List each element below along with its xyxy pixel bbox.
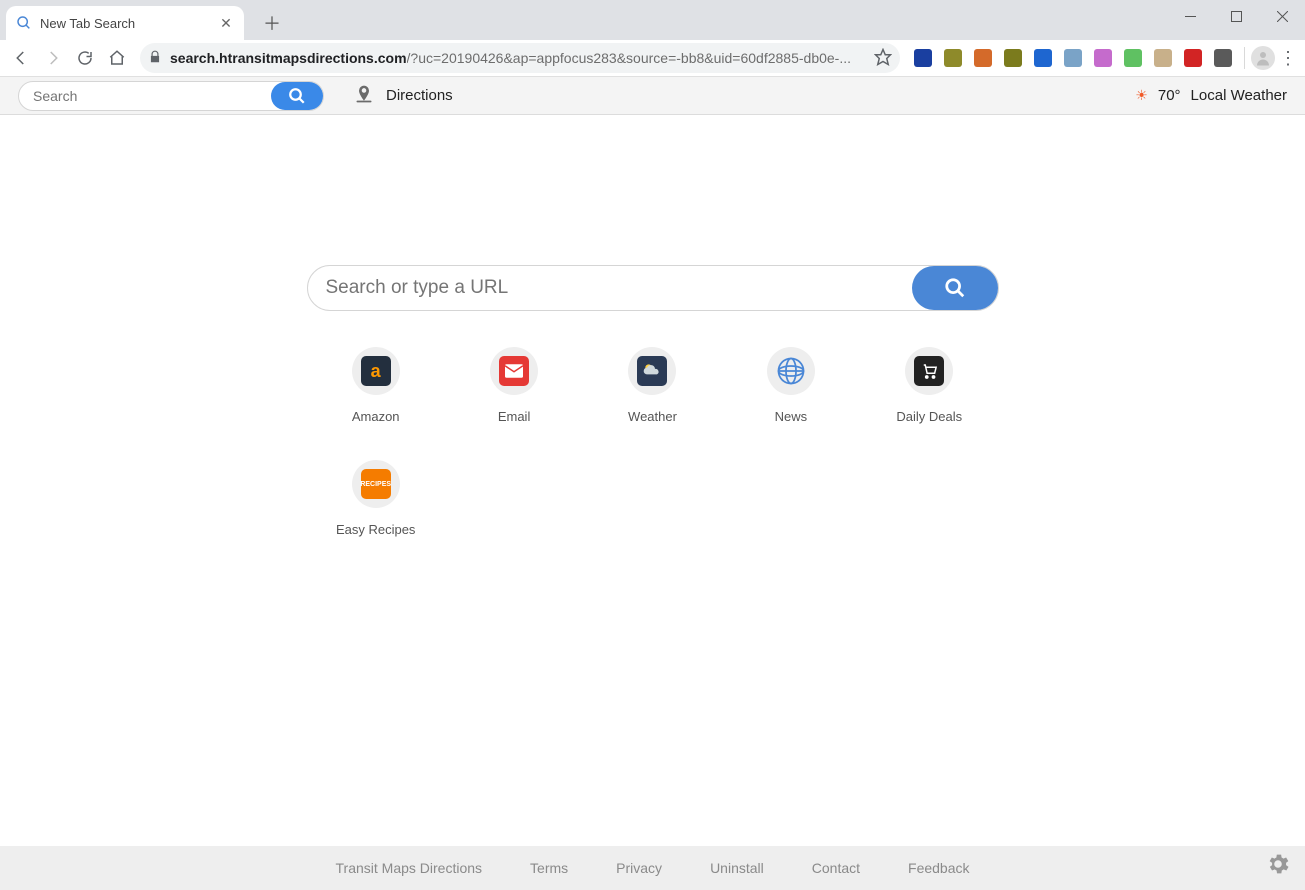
nav-home-button[interactable] — [102, 43, 132, 73]
footer-link-uninstall[interactable]: Uninstall — [710, 860, 764, 876]
window-maximize-button[interactable] — [1213, 0, 1259, 32]
window-controls — [1167, 0, 1305, 32]
tile-email-label: Email — [498, 409, 531, 424]
new-tab-page: a Amazon Email Weather News Daily Deals RECIPE… — [0, 115, 1305, 846]
tile-recipes-label: Easy Recipes — [336, 522, 415, 537]
tile-weather[interactable]: Weather — [583, 347, 721, 424]
map-pin-icon — [354, 84, 374, 108]
address-bar-host: search.htransitmapsdirections.com — [170, 50, 407, 66]
nav-forward-button[interactable] — [38, 43, 68, 73]
tile-deals-label: Daily Deals — [896, 409, 962, 424]
weather-temp: 70° — [1158, 87, 1181, 104]
footer-link-transit-maps-directions[interactable]: Transit Maps Directions — [336, 860, 483, 876]
browser-menu-button[interactable]: ⋮ — [1277, 48, 1299, 69]
address-bar-path: /?uc=20190426&ap=appfocus283&source=-bb8… — [407, 50, 851, 66]
tile-recipes-icon: RECIPES — [352, 460, 400, 508]
extension-icon-ext-cube[interactable] — [1004, 49, 1022, 67]
directions-link[interactable]: Directions — [354, 84, 453, 108]
extension-icon-ext-a[interactable] — [1034, 49, 1052, 67]
address-bar[interactable]: search.htransitmapsdirections.com /?uc=2… — [140, 43, 900, 73]
footer-link-terms[interactable]: Terms — [530, 860, 568, 876]
tile-weather-label: Weather — [628, 409, 677, 424]
extension-icon-ext-red[interactable] — [1184, 49, 1202, 67]
extension-top-bar: Directions ☀ 70° Local Weather — [0, 77, 1305, 115]
local-weather-link[interactable]: ☀ 70° Local Weather — [1135, 87, 1287, 104]
settings-gear-button[interactable] — [1265, 851, 1291, 882]
bookmark-star-icon[interactable] — [874, 48, 892, 69]
extension-icon-ext-tools[interactable] — [1064, 49, 1082, 67]
new-tab-button[interactable]: ＋ — [258, 9, 286, 37]
window-close-button[interactable] — [1259, 0, 1305, 32]
mini-search-button[interactable] — [271, 82, 323, 110]
sun-icon: ☀ — [1135, 87, 1148, 104]
weather-label: Local Weather — [1191, 87, 1287, 104]
tile-email[interactable]: Email — [445, 347, 583, 424]
nav-back-button[interactable] — [6, 43, 36, 73]
nav-reload-button[interactable] — [70, 43, 100, 73]
tab-title: New Tab Search — [40, 16, 210, 31]
footer-link-contact[interactable]: Contact — [812, 860, 860, 876]
profile-avatar-button[interactable] — [1251, 46, 1275, 70]
extension-icon-ext-cc[interactable] — [944, 49, 962, 67]
main-search-input[interactable] — [326, 277, 998, 299]
window-minimize-button[interactable] — [1167, 0, 1213, 32]
tile-deals[interactable]: Daily Deals — [860, 347, 998, 424]
tile-recipes[interactable]: RECIPES Easy Recipes — [307, 460, 445, 537]
tile-amazon[interactable]: a Amazon — [307, 347, 445, 424]
browser-tab[interactable]: New Tab Search ✕ — [6, 6, 244, 40]
tile-news-icon — [767, 347, 815, 395]
extension-icon-ext-eu[interactable] — [914, 49, 932, 67]
tile-news-label: News — [775, 409, 808, 424]
extension-icon-ext-green[interactable] — [1124, 49, 1142, 67]
extension-icon-ext-camera[interactable] — [1214, 49, 1232, 67]
browser-toolbar: search.htransitmapsdirections.com /?uc=2… — [0, 40, 1305, 77]
tile-news[interactable]: News — [722, 347, 860, 424]
tile-amazon-label: Amazon — [352, 409, 400, 424]
extension-icons-row — [908, 49, 1238, 67]
quick-links-grid: a Amazon Email Weather News Daily Deals RECIPE… — [307, 347, 999, 537]
footer-link-privacy[interactable]: Privacy — [616, 860, 662, 876]
tile-amazon-icon: a — [352, 347, 400, 395]
main-search-box[interactable] — [307, 265, 999, 311]
mini-search-box[interactable] — [18, 81, 324, 111]
tile-email-icon — [490, 347, 538, 395]
tab-favicon-search-icon — [16, 15, 32, 31]
tab-strip: New Tab Search ✕ ＋ — [0, 0, 286, 40]
directions-label: Directions — [386, 87, 453, 104]
main-search-button[interactable] — [912, 266, 998, 310]
extension-icon-ext-chef[interactable] — [1154, 49, 1172, 67]
footer-link-feedback[interactable]: Feedback — [908, 860, 969, 876]
extension-icon-ext-music[interactable] — [1094, 49, 1112, 67]
extension-icon-ext-books[interactable] — [974, 49, 992, 67]
page-footer: Transit Maps Directions Terms Privacy Unins… — [0, 846, 1305, 890]
toolbar-separator — [1244, 47, 1245, 69]
tab-close-icon[interactable]: ✕ — [218, 15, 234, 31]
window-titlebar: New Tab Search ✕ ＋ — [0, 0, 1305, 40]
tile-weather-icon — [628, 347, 676, 395]
lock-icon — [148, 50, 162, 67]
tile-deals-icon — [905, 347, 953, 395]
